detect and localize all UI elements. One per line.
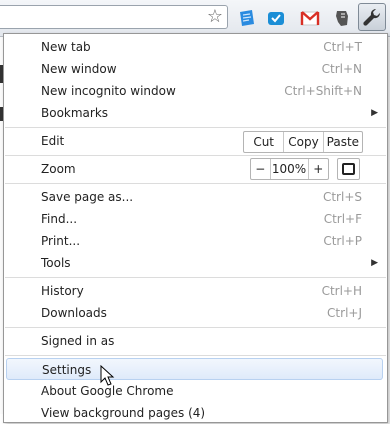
menu-separator (5, 155, 386, 156)
menu-item-label: Find... (41, 212, 78, 226)
menu-item-label: New tab (41, 40, 91, 54)
shortcut-label: Ctrl+F (323, 212, 362, 226)
menu-item-new-incognito-window[interactable]: New incognito window Ctrl+Shift+N (4, 80, 387, 102)
menu-item-settings[interactable]: Settings (6, 358, 383, 380)
zoom-out-button[interactable]: − (251, 159, 270, 179)
menu-item-label: Save page as... (41, 190, 134, 204)
menu-item-downloads[interactable]: Downloads Ctrl+J (4, 302, 387, 324)
shortcut-label: Ctrl+J (327, 306, 362, 320)
paste-button[interactable]: Paste (322, 132, 362, 152)
menu-item-history[interactable]: History Ctrl+H (4, 280, 387, 302)
bookmark-star-icon[interactable]: ☆ (207, 7, 223, 27)
menu-separator (5, 277, 386, 278)
menu-item-label: Print... (41, 234, 81, 248)
menu-item-label: New window (41, 62, 117, 76)
menu-item-label: Edit (41, 134, 65, 148)
menu-item-new-tab[interactable]: New tab Ctrl+T (4, 36, 387, 58)
menu-item-find[interactable]: Find... Ctrl+F (4, 208, 387, 230)
zoom-in-button[interactable]: + (307, 159, 328, 179)
submenu-arrow-icon: ▶ (371, 108, 378, 118)
browser-toolbar: ☆ (0, 0, 390, 37)
zoom-controls: − 100% + (250, 158, 329, 180)
menu-item-zoom: Zoom (4, 158, 387, 180)
menu-item-label: Settings (42, 363, 92, 377)
menu-separator (5, 183, 386, 184)
shortcut-label: Ctrl+N (321, 62, 362, 76)
menu-item-new-window[interactable]: New window Ctrl+N (4, 58, 387, 80)
gmail-icon[interactable] (300, 8, 320, 28)
menu-item-signed-in[interactable]: Signed in as (4, 330, 387, 352)
menu-item-label: Bookmarks (41, 106, 109, 120)
shortcut-label: Ctrl+H (321, 284, 362, 298)
chrome-menu: New tab Ctrl+T New window Ctrl+N New inc… (3, 33, 388, 423)
menu-item-about[interactable]: About Google Chrome (4, 380, 387, 402)
menu-item-label: View background pages (4) (41, 406, 206, 420)
edit-button-group: Cut Copy Paste (243, 131, 363, 153)
menu-item-background-pages[interactable]: View background pages (4) (4, 402, 387, 424)
wrench-icon (363, 8, 381, 26)
address-bar[interactable]: ☆ (0, 5, 228, 29)
evernote-clipper-icon[interactable] (332, 8, 352, 28)
shortcut-label: Ctrl+T (323, 40, 362, 54)
menu-item-label: Zoom (41, 162, 76, 176)
evernote-icon[interactable] (237, 8, 257, 28)
menu-item-label: New incognito window (41, 84, 176, 98)
delicious-icon[interactable] (266, 8, 286, 28)
submenu-arrow-icon: ▶ (371, 258, 378, 268)
fullscreen-button[interactable] (337, 158, 360, 180)
shortcut-label: Ctrl+P (323, 234, 362, 248)
menu-item-bookmarks[interactable]: Bookmarks ▶ (4, 102, 387, 124)
menu-item-save-page[interactable]: Save page as... Ctrl+S (4, 186, 387, 208)
menu-item-label: Tools (41, 256, 71, 270)
menu-item-label: History (41, 284, 84, 298)
shortcut-label: Ctrl+Shift+N (284, 84, 362, 98)
wrench-menu-button[interactable] (358, 3, 386, 31)
menu-item-label: Signed in as (41, 334, 115, 348)
cut-button[interactable]: Cut (244, 132, 283, 152)
menu-separator (5, 127, 386, 128)
menu-separator (5, 355, 386, 356)
copy-button[interactable]: Copy (283, 132, 322, 152)
mouse-cursor-icon (100, 365, 115, 386)
menu-item-print[interactable]: Print... Ctrl+P (4, 230, 387, 252)
zoom-level: 100% (269, 159, 308, 179)
fullscreen-icon (342, 163, 355, 175)
menu-separator (5, 327, 386, 328)
shortcut-label: Ctrl+S (322, 190, 362, 204)
menu-item-tools[interactable]: Tools ▶ (4, 252, 387, 274)
menu-item-label: Downloads (41, 306, 107, 320)
